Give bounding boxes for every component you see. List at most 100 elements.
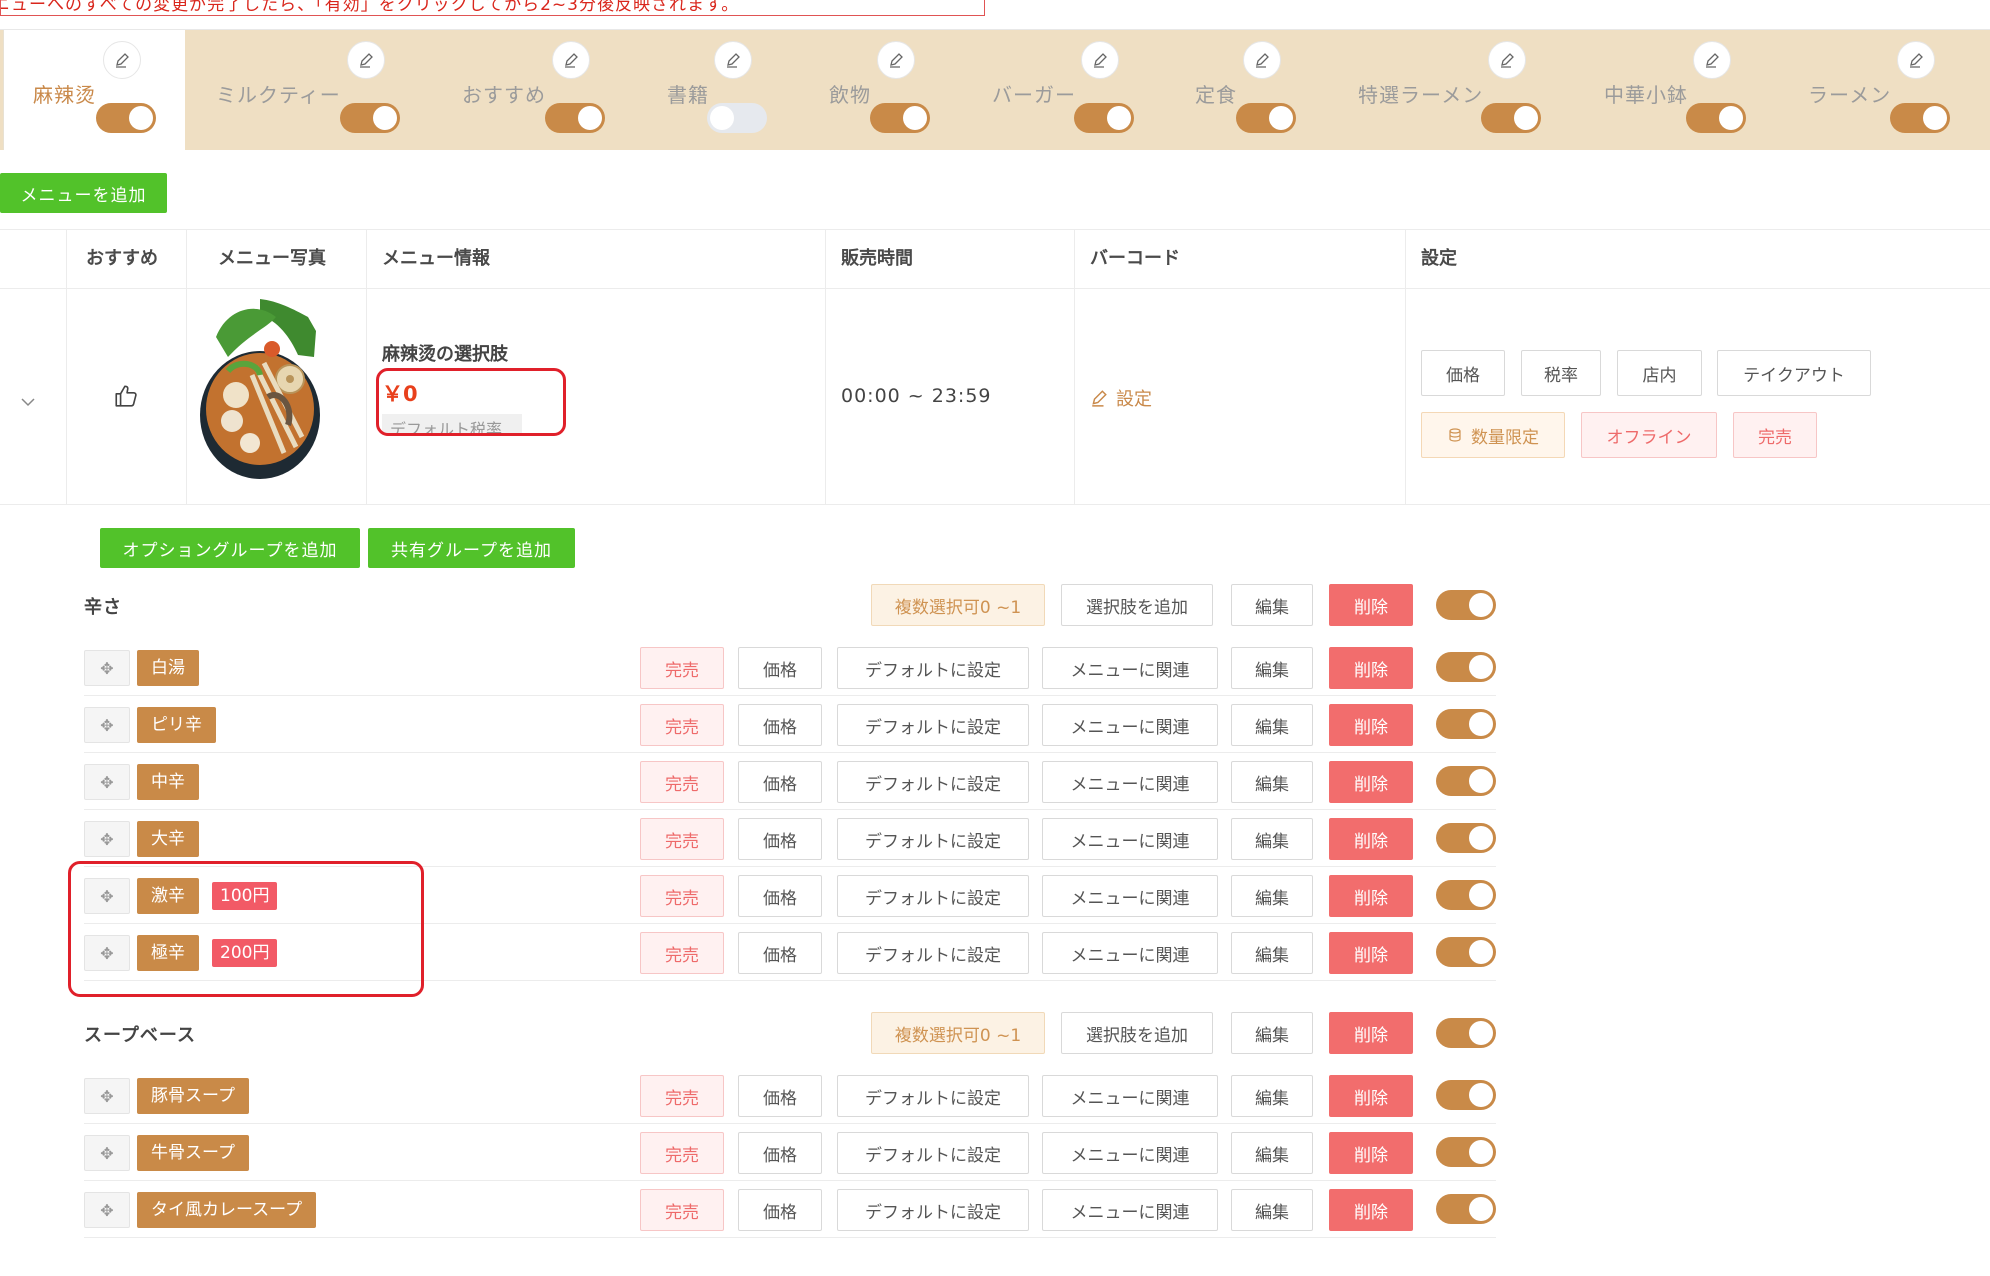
thumbs-up-icon[interactable] (113, 383, 139, 413)
category-enable-toggle[interactable] (707, 103, 767, 133)
option-price-button[interactable]: 価格 (738, 761, 822, 803)
category-tab-5[interactable]: バーガー (933, 30, 1138, 150)
relate-menu-button[interactable]: メニューに関連 (1042, 932, 1218, 974)
category-enable-toggle[interactable] (545, 103, 605, 133)
option-sold-out-button[interactable]: 完売 (640, 761, 724, 803)
sold-out-button[interactable]: 完売 (1733, 412, 1817, 458)
category-tab-7[interactable]: 特選ラーメン (1301, 30, 1546, 150)
category-enable-toggle[interactable] (1236, 103, 1296, 133)
option-enable-toggle[interactable] (1436, 937, 1496, 967)
category-tab-8[interactable]: 中華小鉢 (1546, 30, 1750, 150)
option-delete-button[interactable]: 削除 (1329, 647, 1413, 689)
option-delete-button[interactable]: 削除 (1329, 932, 1413, 974)
category-tab-1[interactable]: ミルクティー (185, 30, 401, 150)
option-price-button[interactable]: 価格 (738, 1075, 822, 1117)
group-enable-toggle[interactable] (1436, 590, 1496, 620)
set-default-button[interactable]: デフォルトに設定 (837, 875, 1029, 917)
edit-category-icon[interactable] (1081, 41, 1119, 79)
relate-menu-button[interactable]: メニューに関連 (1042, 1075, 1218, 1117)
option-delete-button[interactable]: 削除 (1329, 761, 1413, 803)
option-edit-button[interactable]: 編集 (1231, 1075, 1313, 1117)
group-enable-toggle[interactable] (1436, 1018, 1496, 1048)
option-enable-toggle[interactable] (1436, 1194, 1496, 1224)
category-enable-toggle[interactable] (340, 103, 400, 133)
takeout-button[interactable]: テイクアウト (1717, 350, 1871, 396)
option-delete-button[interactable]: 削除 (1329, 1189, 1413, 1231)
add-choice-button[interactable]: 選択肢を追加 (1061, 584, 1213, 626)
option-edit-button[interactable]: 編集 (1231, 761, 1313, 803)
option-delete-button[interactable]: 削除 (1329, 1075, 1413, 1117)
option-sold-out-button[interactable]: 完売 (640, 1075, 724, 1117)
set-default-button[interactable]: デフォルトに設定 (837, 1075, 1029, 1117)
add-shared-group-button[interactable]: 共有グループを追加 (368, 528, 575, 568)
limited-quantity-button[interactable]: 数量限定 (1421, 412, 1565, 458)
edit-category-icon[interactable] (103, 41, 141, 79)
option-enable-toggle[interactable] (1436, 823, 1496, 853)
edit-group-button[interactable]: 編集 (1231, 584, 1313, 626)
option-sold-out-button[interactable]: 完売 (640, 818, 724, 860)
edit-category-icon[interactable] (1488, 41, 1526, 79)
edit-category-icon[interactable] (552, 41, 590, 79)
category-tab-3[interactable]: 書籍 (606, 30, 769, 150)
option-edit-button[interactable]: 編集 (1231, 1132, 1313, 1174)
add-menu-button[interactable]: メニューを追加 (0, 173, 167, 213)
option-edit-button[interactable]: 編集 (1231, 818, 1313, 860)
option-enable-toggle[interactable] (1436, 1080, 1496, 1110)
option-price-button[interactable]: 価格 (738, 704, 822, 746)
relate-menu-button[interactable]: メニューに関連 (1042, 875, 1218, 917)
category-tab-0[interactable]: 麻辣烫 (3, 30, 185, 150)
option-edit-button[interactable]: 編集 (1231, 932, 1313, 974)
edit-category-icon[interactable] (1897, 41, 1935, 79)
option-enable-toggle[interactable] (1436, 766, 1496, 796)
option-delete-button[interactable]: 削除 (1329, 875, 1413, 917)
edit-category-icon[interactable] (714, 41, 752, 79)
option-edit-button[interactable]: 編集 (1231, 1189, 1313, 1231)
edit-category-icon[interactable] (877, 41, 915, 79)
multi-select-button[interactable]: 複数選択可0 ~1 (871, 1012, 1045, 1054)
relate-menu-button[interactable]: メニューに関連 (1042, 761, 1218, 803)
delete-group-button[interactable]: 削除 (1329, 584, 1413, 626)
drag-handle-icon[interactable]: ✥ (84, 1135, 130, 1171)
tax-rate-button[interactable]: 税率 (1521, 350, 1601, 396)
set-default-button[interactable]: デフォルトに設定 (837, 647, 1029, 689)
option-price-button[interactable]: 価格 (738, 818, 822, 860)
option-edit-button[interactable]: 編集 (1231, 704, 1313, 746)
option-delete-button[interactable]: 削除 (1329, 818, 1413, 860)
drag-handle-icon[interactable]: ✥ (84, 1078, 130, 1114)
drag-handle-icon[interactable]: ✥ (84, 707, 130, 743)
option-delete-button[interactable]: 削除 (1329, 1132, 1413, 1174)
option-sold-out-button[interactable]: 完売 (640, 1132, 724, 1174)
option-price-button[interactable]: 価格 (738, 932, 822, 974)
category-enable-toggle[interactable] (870, 103, 930, 133)
option-price-button[interactable]: 価格 (738, 647, 822, 689)
price-button[interactable]: 価格 (1421, 350, 1505, 396)
add-option-group-button[interactable]: オプショングループを追加 (100, 528, 360, 568)
option-price-button[interactable]: 価格 (738, 875, 822, 917)
category-enable-toggle[interactable] (1481, 103, 1541, 133)
set-default-button[interactable]: デフォルトに設定 (837, 932, 1029, 974)
category-enable-toggle[interactable] (96, 103, 156, 133)
relate-menu-button[interactable]: メニューに関連 (1042, 818, 1218, 860)
barcode-setting-link[interactable]: 設定 (1090, 385, 1152, 411)
set-default-button[interactable]: デフォルトに設定 (837, 1189, 1029, 1231)
category-enable-toggle[interactable] (1686, 103, 1746, 133)
edit-group-button[interactable]: 編集 (1231, 1012, 1313, 1054)
offline-button[interactable]: オフライン (1581, 412, 1717, 458)
drag-handle-icon[interactable]: ✥ (84, 821, 130, 857)
option-edit-button[interactable]: 編集 (1231, 875, 1313, 917)
option-enable-toggle[interactable] (1436, 1137, 1496, 1167)
option-delete-button[interactable]: 削除 (1329, 704, 1413, 746)
category-enable-toggle[interactable] (1074, 103, 1134, 133)
set-default-button[interactable]: デフォルトに設定 (837, 818, 1029, 860)
category-enable-toggle[interactable] (1890, 103, 1950, 133)
add-choice-button[interactable]: 選択肢を追加 (1061, 1012, 1213, 1054)
relate-menu-button[interactable]: メニューに関連 (1042, 704, 1218, 746)
option-edit-button[interactable]: 編集 (1231, 647, 1313, 689)
delete-group-button[interactable]: 削除 (1329, 1012, 1413, 1054)
relate-menu-button[interactable]: メニューに関連 (1042, 1132, 1218, 1174)
category-tab-4[interactable]: 飲物 (769, 30, 933, 150)
option-sold-out-button[interactable]: 完売 (640, 875, 724, 917)
edit-category-icon[interactable] (1243, 41, 1281, 79)
option-sold-out-button[interactable]: 完売 (640, 932, 724, 974)
drag-handle-icon[interactable]: ✥ (84, 764, 130, 800)
